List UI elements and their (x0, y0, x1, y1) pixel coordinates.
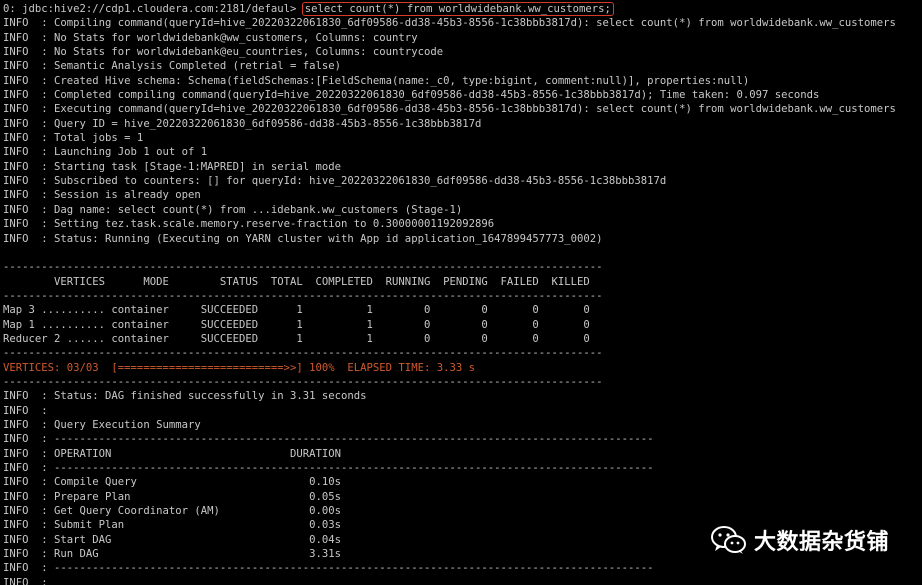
terminal-line-text: INFO : No Stats for worldwidebank@eu_cou… (3, 46, 444, 59)
terminal-output[interactable]: 0: jdbc:hive2://cdp1.cloudera.com:2181/d… (0, 0, 922, 585)
terminal-line: INFO : Status: DAG finished successfully… (3, 389, 922, 403)
terminal-line-text: INFO : ---------------------------------… (3, 562, 654, 575)
terminal-line: ----------------------------------------… (3, 260, 922, 274)
terminal-line-text: INFO : OPERATION DURATION (3, 447, 342, 460)
terminal-line: VERTICES MODE STATUS TOTAL COMPLETED RUN… (3, 275, 922, 289)
terminal-line: INFO : Semantic Analysis Completed (retr… (3, 59, 922, 73)
terminal-line-text: INFO : Query ID = hive_20220322061830_6d… (3, 117, 482, 130)
terminal-line: INFO : No Stats for worldwidebank@eu_cou… (3, 45, 922, 59)
terminal-line-text: INFO : Total jobs = 1 (3, 132, 144, 145)
watermark: 大数据杂货铺 (710, 524, 889, 556)
terminal-line: INFO : ---------------------------------… (3, 432, 922, 446)
entered-command: select count(*) from worldwidebank.ww_cu… (301, 2, 614, 16)
terminal-line: ----------------------------------------… (3, 346, 922, 360)
terminal-line: INFO : Created Hive schema: Schema(field… (3, 74, 922, 88)
terminal-line-text: INFO : Session is already open (3, 189, 201, 202)
terminal-line-text: INFO : Query Execution Summary (3, 418, 201, 431)
terminal-line-text: Reducer 2 ...... container SUCCEEDED 1 1… (3, 332, 590, 345)
terminal-line-text: INFO : Submit Plan 0.03s (3, 519, 342, 532)
terminal-line-text: INFO : Created Hive schema: Schema(field… (3, 74, 750, 87)
terminal-line-text: INFO : ---------------------------------… (3, 433, 654, 446)
terminal-line-text: ----------------------------------------… (3, 261, 603, 274)
terminal-line: INFO : Launching Job 1 out of 1 (3, 145, 922, 159)
terminal-line-text: INFO : Executing command(queryId=hive_20… (3, 103, 896, 116)
terminal-line: Reducer 2 ...... container SUCCEEDED 1 1… (3, 332, 922, 346)
terminal-line: INFO : Session is already open (3, 188, 922, 202)
terminal-line-text: INFO : Compiling command(queryId=hive_20… (3, 17, 896, 30)
terminal-line-text: INFO : No Stats for worldwidebank@ww_cus… (3, 31, 418, 44)
terminal-line: VERTICES: 03/03 [=======================… (3, 361, 922, 375)
terminal-line-text: INFO : Dag name: select count(*) from ..… (3, 203, 463, 216)
terminal-line: INFO : Query ID = hive_20220322061830_6d… (3, 117, 922, 131)
terminal-line-text: VERTICES MODE STATUS TOTAL COMPLETED RUN… (3, 275, 590, 288)
terminal-line-text: INFO : Start DAG 0.04s (3, 533, 342, 546)
terminal-line-text: INFO : Launching Job 1 out of 1 (3, 146, 208, 159)
terminal-line-text: INFO : (3, 576, 48, 585)
terminal-line: INFO : Subscribed to counters: [] for qu… (3, 174, 922, 188)
terminal-line-text: INFO : Starting task [Stage-1:MAPRED] in… (3, 160, 342, 173)
terminal-line: ----------------------------------------… (3, 375, 922, 389)
terminal-line-text: INFO : Compile Query 0.10s (3, 476, 342, 489)
terminal-line: INFO : Query Execution Summary (3, 418, 922, 432)
terminal-line-text: INFO : Semantic Analysis Completed (retr… (3, 60, 342, 73)
terminal-line: INFO : Compiling command(queryId=hive_20… (3, 16, 922, 30)
terminal-line-text: INFO : Setting tez.task.scale.memory.res… (3, 218, 495, 231)
watermark-text: 大数据杂货铺 (754, 530, 890, 555)
terminal-line: INFO : No Stats for worldwidebank@ww_cus… (3, 31, 922, 45)
command-prompt-line: 0: jdbc:hive2://cdp1.cloudera.com:2181/d… (3, 2, 922, 16)
terminal-line: INFO : Dag name: select count(*) from ..… (3, 203, 922, 217)
terminal-line-text: INFO : Get Query Coordinator (AM) 0.00s (3, 505, 342, 518)
terminal-line-text: INFO : (3, 404, 48, 417)
terminal-line-text: INFO : Run DAG 3.31s (3, 548, 342, 561)
terminal-line: INFO : Total jobs = 1 (3, 131, 922, 145)
terminal-line: INFO : Get Query Coordinator (AM) 0.00s (3, 504, 922, 518)
terminal-line-text: INFO : Completed compiling command(query… (3, 89, 820, 102)
terminal-line: INFO : ---------------------------------… (3, 461, 922, 475)
terminal-line: ----------------------------------------… (3, 289, 922, 303)
wechat-icon (710, 524, 748, 556)
terminal-line: INFO : Completed compiling command(query… (3, 88, 922, 102)
terminal-line-text: ----------------------------------------… (3, 289, 603, 302)
terminal-line-text: ----------------------------------------… (3, 347, 603, 360)
terminal-line: Map 3 .......... container SUCCEEDED 1 1… (3, 303, 922, 317)
terminal-line: INFO : (3, 404, 922, 418)
prompt-text: 0: jdbc:hive2://cdp1.cloudera.com:2181/d… (3, 3, 303, 15)
terminal-line: INFO : Starting task [Stage-1:MAPRED] in… (3, 160, 922, 174)
terminal-line-text: INFO : Status: Running (Executing on YAR… (3, 232, 603, 245)
terminal-line-text: VERTICES: 03/03 [=======================… (3, 361, 475, 374)
terminal-line: INFO : Executing command(queryId=hive_20… (3, 102, 922, 116)
terminal-line-text: INFO : Status: DAG finished successfully… (3, 390, 367, 403)
terminal-line-text: Map 1 .......... container SUCCEEDED 1 1… (3, 318, 590, 331)
terminal-line: INFO : ---------------------------------… (3, 561, 922, 575)
terminal-line-text: INFO : Prepare Plan 0.05s (3, 490, 342, 503)
terminal-line-text: INFO : ---------------------------------… (3, 462, 654, 474)
terminal-line-text: INFO : Subscribed to counters: [] for qu… (3, 175, 667, 188)
terminal-line: INFO : OPERATION DURATION (3, 447, 922, 461)
terminal-line-text: ----------------------------------------… (3, 375, 603, 388)
terminal-line: Map 1 .......... container SUCCEEDED 1 1… (3, 318, 922, 332)
terminal-line: INFO : (3, 576, 922, 585)
terminal-line: INFO : Compile Query 0.10s (3, 475, 922, 489)
terminal-line-text: Map 3 .......... container SUCCEEDED 1 1… (3, 304, 590, 317)
terminal-line: INFO : Prepare Plan 0.05s (3, 490, 922, 504)
terminal-line: INFO : Status: Running (Executing on YAR… (3, 232, 922, 246)
terminal-line: INFO : Setting tez.task.scale.memory.res… (3, 217, 922, 231)
